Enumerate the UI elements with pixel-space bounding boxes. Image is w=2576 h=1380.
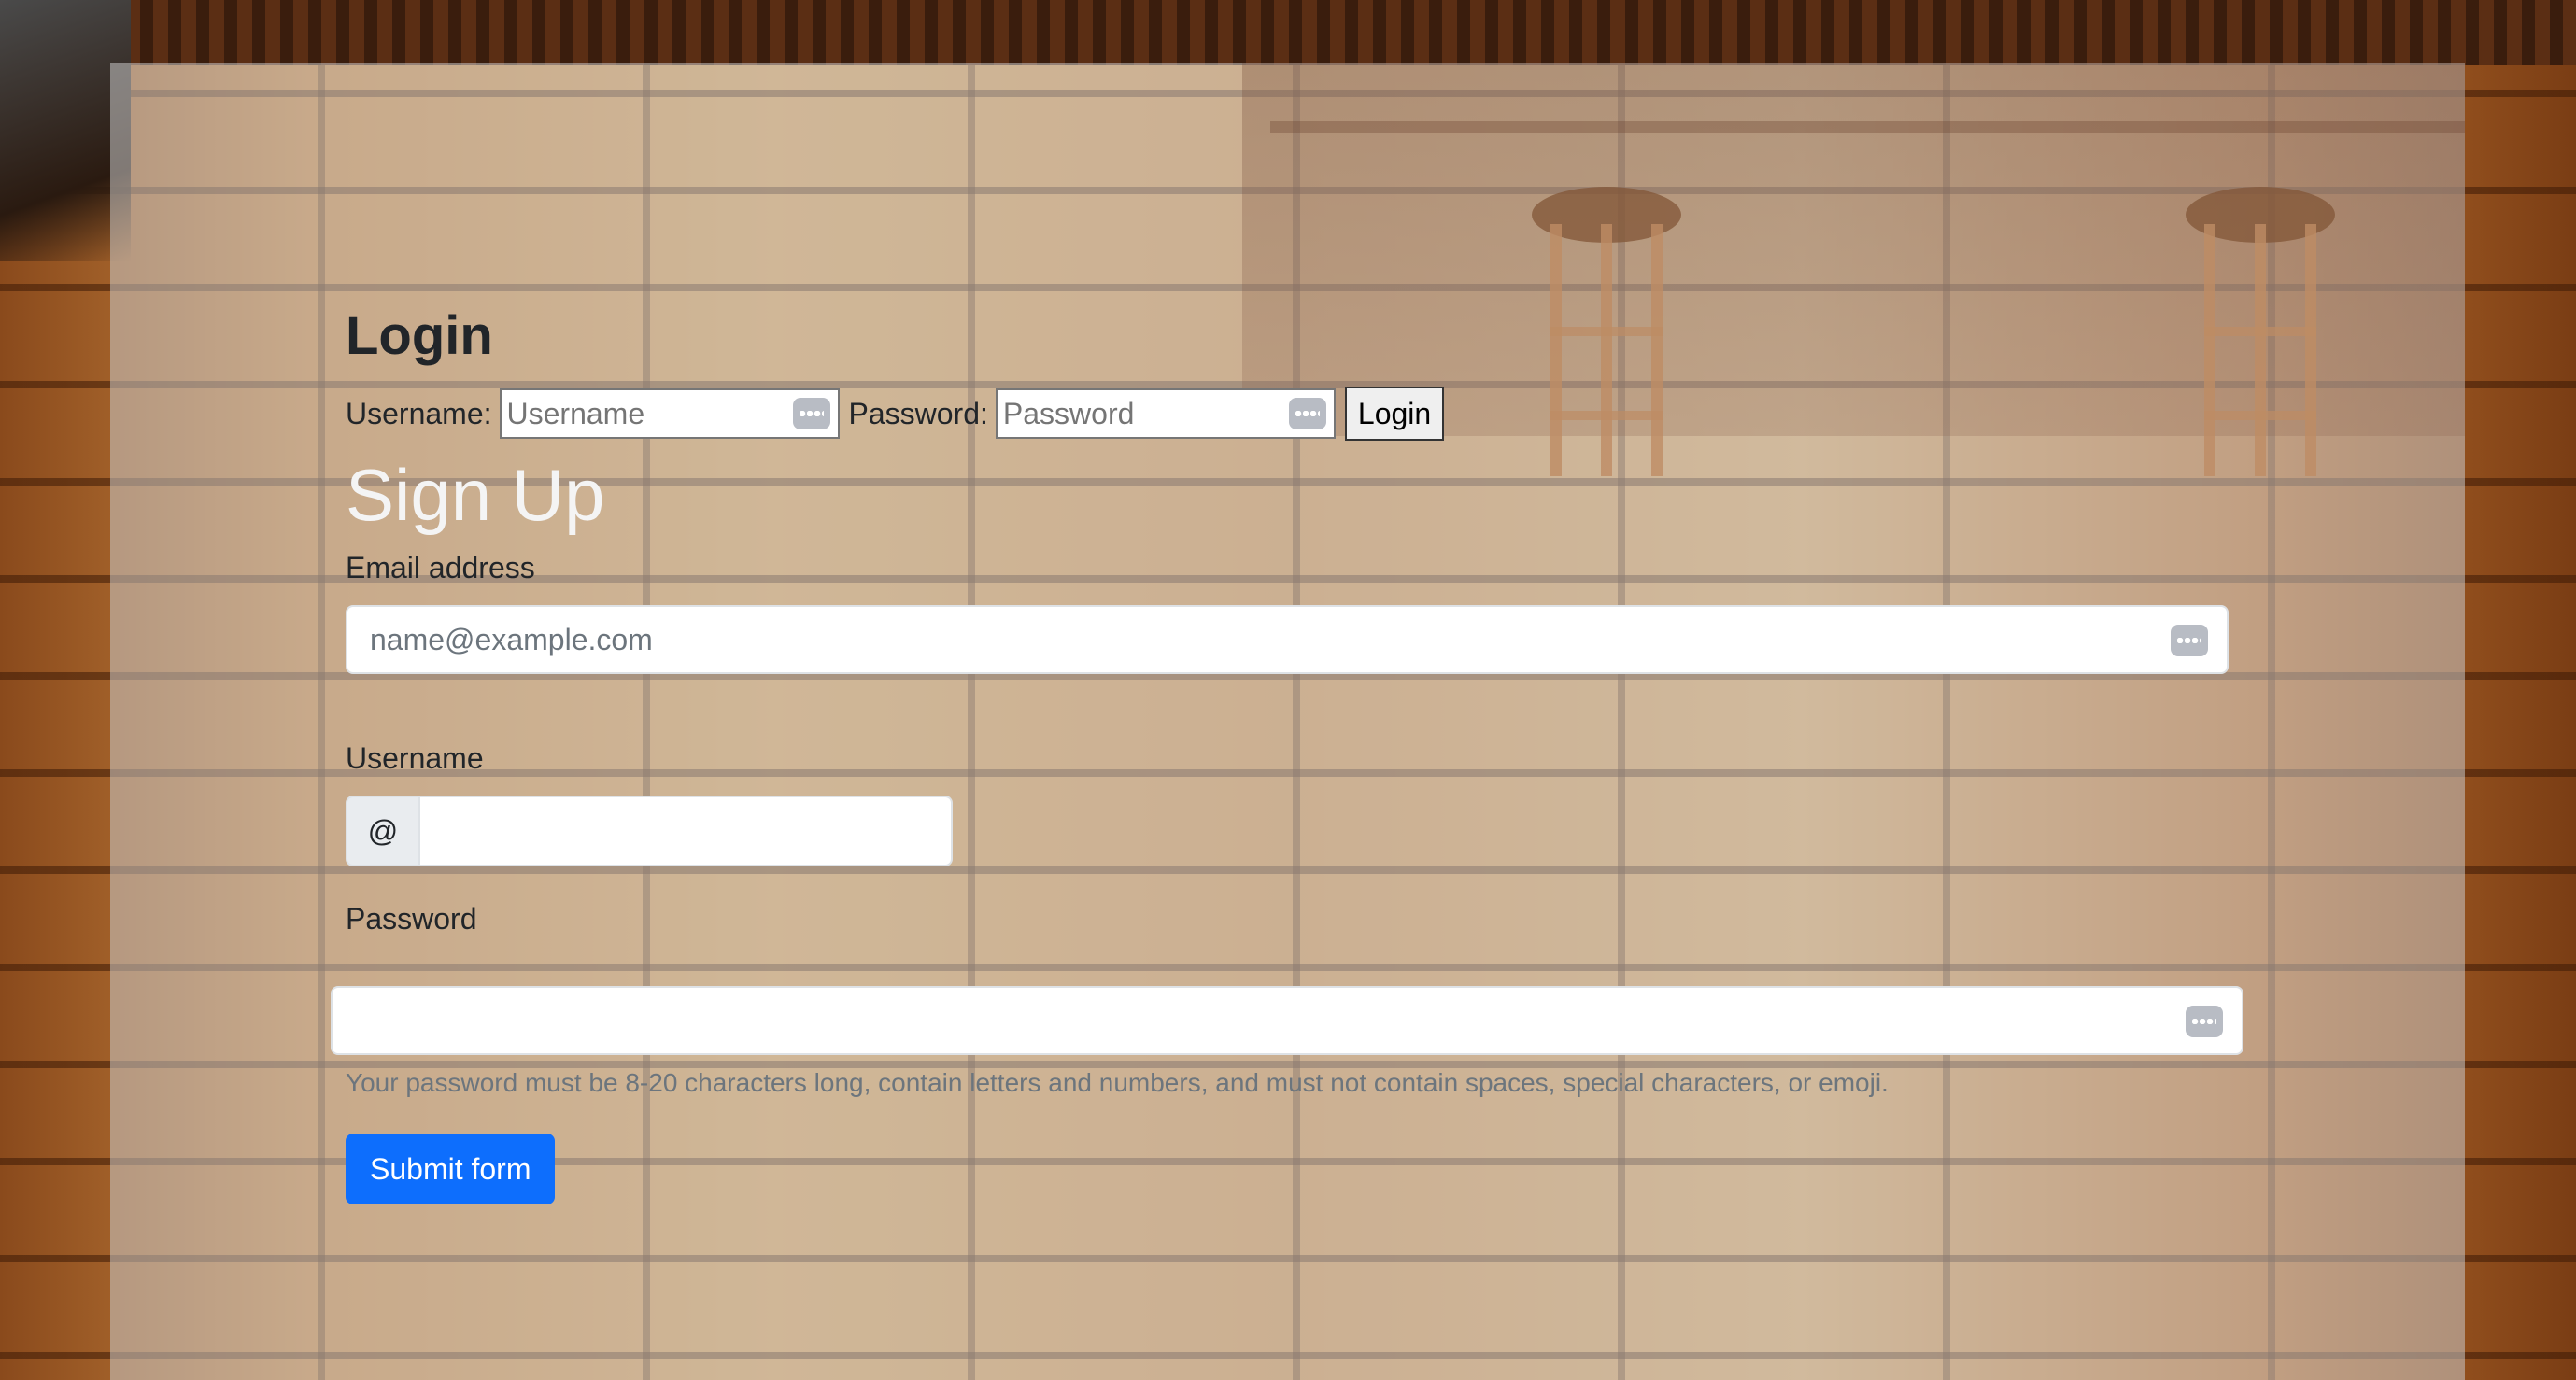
password-help-text: Your password must be 8-20 characters lo… xyxy=(346,1068,1889,1097)
submit-form-button[interactable]: Submit form xyxy=(346,1134,556,1204)
keyboard-dots-icon[interactable] xyxy=(1288,398,1326,429)
login-username-label: Username: xyxy=(346,396,492,430)
signup-username-label: Username xyxy=(346,741,484,775)
keyboard-dots-icon[interactable] xyxy=(792,398,830,429)
login-username-input[interactable]: Username xyxy=(499,388,840,439)
login-username-placeholder: Username xyxy=(506,396,645,430)
wall-planks xyxy=(0,0,2576,65)
login-password-input[interactable]: Password xyxy=(995,388,1336,439)
background-counter-edge xyxy=(1270,121,2465,133)
at-sign-prefix: @ xyxy=(346,796,420,866)
signup-username-group: @ xyxy=(346,796,953,866)
signup-username-field[interactable] xyxy=(420,796,953,866)
login-password-label: Password: xyxy=(848,396,988,430)
signup-password-label: Password xyxy=(346,902,477,936)
background-stool xyxy=(1513,187,1700,486)
keyboard-dots-icon[interactable] xyxy=(2171,625,2208,656)
login-password-placeholder: Password xyxy=(1002,396,1135,430)
login-button[interactable]: Login xyxy=(1344,387,1445,441)
keyboard-dots-icon[interactable] xyxy=(2186,1006,2223,1037)
signup-password-field[interactable] xyxy=(331,986,2243,1055)
email-field[interactable]: name@example.com xyxy=(346,605,2229,674)
email-label: Email address xyxy=(346,551,535,584)
login-heading: Login xyxy=(346,305,493,366)
email-placeholder: name@example.com xyxy=(370,622,653,656)
signup-heading: Sign Up xyxy=(346,454,605,536)
background-stool xyxy=(2167,187,2354,486)
login-form: Username: Username Password: Password Lo… xyxy=(346,386,1445,442)
